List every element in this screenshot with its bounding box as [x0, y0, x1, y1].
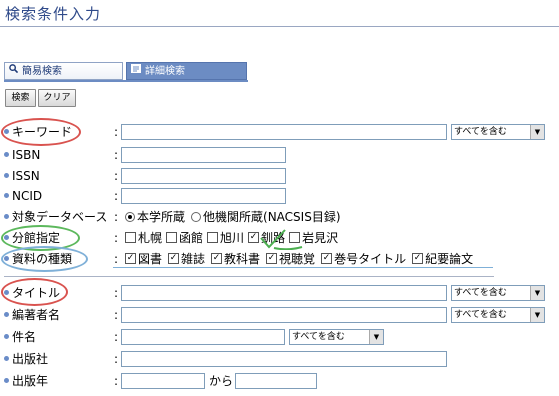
- highlight-ellipse-material: [1, 246, 88, 272]
- branch-checkbox-group: 札幌 函館 旭川 ✓ 釧路 岩見沢: [125, 230, 338, 246]
- list-icon: [131, 63, 141, 79]
- colon: :: [114, 352, 119, 366]
- isbn-input[interactable]: [121, 147, 286, 163]
- highlight-ellipse-keyword: [1, 118, 81, 146]
- colon: :: [114, 148, 119, 162]
- bullet-icon: [4, 173, 9, 178]
- chevron-down-icon: ▼: [369, 330, 383, 344]
- pubyear-to-input[interactable]: [235, 373, 317, 389]
- material-option-textbooks[interactable]: ✓ 教科書: [211, 251, 260, 267]
- pubyear-range-word: から: [209, 374, 234, 388]
- publisher-input[interactable]: [121, 351, 447, 367]
- chevron-down-icon: ▼: [530, 308, 544, 322]
- colon: :: [114, 374, 119, 388]
- colon: :: [114, 330, 119, 344]
- issn-input[interactable]: [121, 168, 286, 184]
- section-divider: [4, 276, 494, 277]
- branch-option-sapporo[interactable]: 札幌: [125, 230, 162, 246]
- checkbox[interactable]: [125, 232, 136, 243]
- colon: :: [114, 308, 119, 322]
- checkbox-checked[interactable]: ✓: [211, 253, 223, 264]
- highlight-ellipse-title: [1, 278, 68, 306]
- material-underline: [113, 267, 493, 268]
- subject-input[interactable]: [121, 329, 285, 345]
- pubyear-label: 出版年: [4, 373, 48, 389]
- isbn-label: ISBN: [4, 147, 40, 163]
- keyword-match-select[interactable]: すべてを含む ▼: [451, 124, 545, 140]
- checkbox[interactable]: [166, 232, 178, 243]
- search-button[interactable]: 検索: [5, 89, 36, 107]
- bullet-icon: [4, 152, 9, 157]
- handdrawn-check-icon: [260, 229, 303, 250]
- radio-unchecked[interactable]: [191, 211, 202, 222]
- tab-detail-label: 詳細検索: [145, 66, 185, 77]
- radio-checked[interactable]: [125, 211, 135, 222]
- bullet-icon: [4, 214, 9, 219]
- ncid-input[interactable]: [121, 188, 286, 204]
- checkbox-checked[interactable]: ✓: [321, 253, 333, 264]
- checkbox-checked[interactable]: ✓: [125, 253, 136, 264]
- author-label: 編著者名: [4, 307, 60, 323]
- bullet-icon: [4, 193, 9, 198]
- clear-button[interactable]: クリア: [38, 89, 76, 107]
- checkbox-checked[interactable]: ✓: [168, 253, 180, 264]
- tab-simple-search[interactable]: 簡易検索: [4, 62, 123, 80]
- bullet-icon: [4, 356, 9, 361]
- colon: :: [114, 189, 119, 203]
- tab-underline: [4, 80, 248, 82]
- chevron-down-icon: ▼: [530, 125, 544, 139]
- colon: :: [114, 286, 119, 300]
- bullet-icon: [4, 312, 9, 317]
- colon: :: [114, 125, 119, 139]
- checkbox-checked[interactable]: ✓: [412, 253, 424, 264]
- chevron-down-icon: ▼: [530, 286, 544, 300]
- material-option-bulletin[interactable]: ✓ 紀要論文: [412, 251, 473, 267]
- pubyear-from-input[interactable]: [121, 373, 205, 389]
- keyword-input[interactable]: [121, 124, 447, 140]
- branch-option-asahikawa[interactable]: 旭川: [207, 230, 244, 246]
- author-match-select[interactable]: すべてを含む ▼: [451, 307, 545, 323]
- bullet-icon: [4, 378, 9, 383]
- colon: :: [114, 231, 119, 245]
- scope-label: 対象データベース: [4, 209, 107, 225]
- ncid-label: NCID: [4, 188, 42, 204]
- colon: :: [114, 252, 119, 266]
- page-title: 検索条件入力: [5, 5, 102, 23]
- scope-option-local[interactable]: 本学所蔵: [125, 209, 185, 225]
- material-option-books[interactable]: ✓ 図書: [125, 251, 162, 267]
- subject-label: 件名: [4, 329, 36, 345]
- bullet-icon: [4, 334, 9, 339]
- material-option-volume-title[interactable]: ✓ 巻号タイトル: [321, 251, 406, 267]
- tab-detail-search[interactable]: 詳細検索: [126, 62, 247, 80]
- scope-option-nacsis[interactable]: 他機関所蔵(NACSIS目録): [191, 209, 341, 225]
- magnifier-icon: [9, 63, 19, 79]
- publisher-label: 出版社: [4, 351, 48, 367]
- title-divider: [0, 26, 559, 27]
- checkbox-checked[interactable]: ✓: [266, 253, 278, 264]
- subject-match-select[interactable]: すべてを含む ▼: [289, 329, 384, 345]
- author-input[interactable]: [121, 307, 447, 323]
- title-match-select[interactable]: すべてを含む ▼: [451, 285, 545, 301]
- scope-radio-group: 本学所蔵 他機関所蔵(NACSIS目録): [125, 209, 347, 225]
- checkbox[interactable]: [207, 232, 219, 243]
- colon: :: [114, 169, 119, 183]
- tab-simple-label: 簡易検索: [22, 66, 62, 77]
- colon: :: [114, 210, 119, 224]
- material-checkbox-group: ✓ 図書 ✓ 雑誌 ✓ 教科書 ✓ 視聴覚 ✓ 巻号タイトル ✓ 紀要論文: [125, 251, 473, 267]
- issn-label: ISSN: [4, 168, 40, 184]
- branch-option-hakodate[interactable]: 函館: [166, 230, 203, 246]
- title-input[interactable]: [121, 285, 447, 301]
- material-option-journals[interactable]: ✓ 雑誌: [168, 251, 205, 267]
- material-option-av[interactable]: ✓ 視聴覚: [266, 251, 315, 267]
